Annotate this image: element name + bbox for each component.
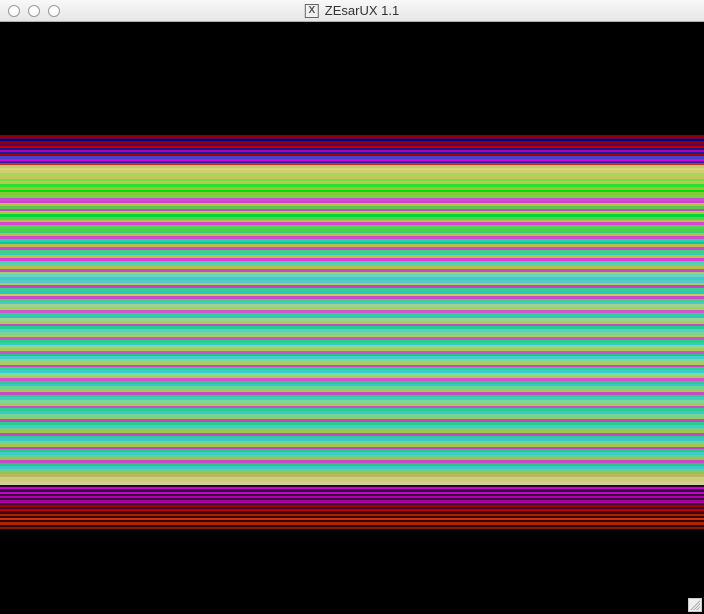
window-controls: [8, 5, 60, 17]
close-button[interactable]: [8, 5, 20, 17]
window-title-group: X ZEsarUX 1.1: [305, 3, 399, 18]
resize-grip[interactable]: [688, 598, 702, 612]
emulator-display: [0, 22, 704, 614]
window-titlebar: X ZEsarUX 1.1: [0, 0, 704, 22]
x11-icon: X: [305, 4, 319, 18]
minimize-button[interactable]: [28, 5, 40, 17]
zoom-button[interactable]: [48, 5, 60, 17]
window-title: ZEsarUX 1.1: [325, 3, 399, 18]
